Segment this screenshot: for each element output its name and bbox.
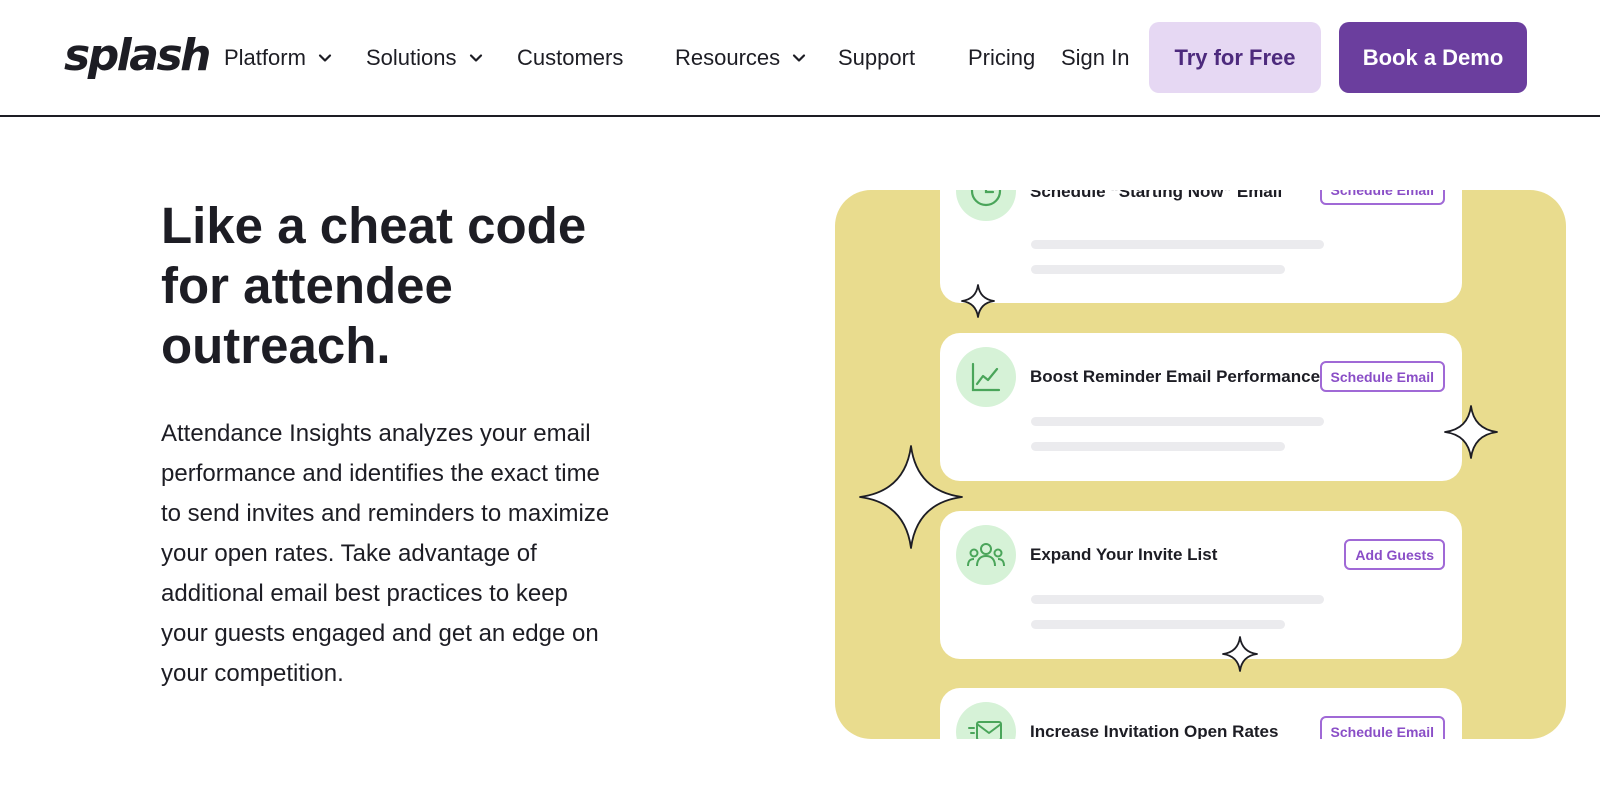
placeholder-line [1031,417,1324,426]
insight-card: Expand Your Invite List Add Guests [940,511,1462,659]
icon-circle [956,702,1016,739]
nav-solutions-label: Solutions [366,45,457,70]
insight-card-title: Boost Reminder Email Performance [1030,367,1321,386]
schedule-email-button[interactable]: Schedule Email [1319,361,1445,392]
sparkle-icon [1222,636,1258,672]
nav-pricing-label: Pricing [968,45,1036,70]
insight-card-title: Expand Your Invite List [1030,545,1218,564]
schedule-email-button[interactable]: Schedule Email [1319,716,1445,739]
icon-circle [956,347,1016,407]
sparkle-icon [1444,405,1498,459]
icon-circle [956,525,1016,585]
nav-support-label: Support [838,45,916,70]
chevron-down-icon [318,54,332,62]
nav-sign-in-label: Sign In [1061,45,1130,70]
clock-icon [970,190,1002,207]
chevron-down-icon [469,54,482,62]
envelope-send-icon [968,721,1002,739]
nav-customers[interactable]: Customers [517,40,623,76]
nav-platform-label: Platform [224,45,306,70]
attendance-insights-illustration: Schedule “Starting Now” Email Schedule E… [835,190,1566,739]
insight-card: Boost Reminder Email Performance Schedul… [940,333,1462,481]
nav-customers-label: Customers [517,45,624,70]
chevron-down-icon [793,54,806,62]
people-group-icon [967,543,1005,567]
placeholder-line [1031,240,1324,249]
nav-support[interactable]: Support [838,40,915,76]
book-a-demo-button[interactable]: Book a Demo [1339,22,1527,93]
schedule-email-button[interactable]: Schedule Email [1319,190,1445,205]
placeholder-line [1031,442,1285,451]
nav-platform[interactable]: Platform [224,40,332,76]
insight-card: Schedule “Starting Now” Email Schedule E… [940,190,1462,303]
sparkle-icon [961,284,995,318]
placeholder-line [1031,620,1285,629]
nav-resources[interactable]: Resources [675,40,806,76]
hero-headline: Like a cheat code for attendee outreach. [161,197,587,374]
splash-logo[interactable]: splash [64,28,211,84]
icon-circle [956,190,1016,221]
insight-card-title: Schedule “Starting Now” Email [1030,190,1283,201]
nav-pricing[interactable]: Pricing [968,40,1035,76]
placeholder-line [1031,595,1324,604]
nav-sign-in[interactable]: Sign In [1061,40,1130,76]
line-chart-icon [971,362,1001,392]
hero-body: Attendance Insights analyzes your email … [161,420,610,687]
add-guests-button[interactable]: Add Guests [1344,539,1445,570]
insight-card: Increase Invitation Open Rates Schedule … [940,688,1462,739]
nav-solutions[interactable]: Solutions [366,40,483,76]
try-for-free-button[interactable]: Try for Free [1149,22,1321,93]
site-header: splash Platform Solutions Customers Reso… [0,0,1600,117]
nav-resources-label: Resources [675,45,781,70]
placeholder-line [1031,265,1285,274]
sparkle-icon [859,445,963,549]
insight-card-title: Increase Invitation Open Rates [1030,722,1279,739]
